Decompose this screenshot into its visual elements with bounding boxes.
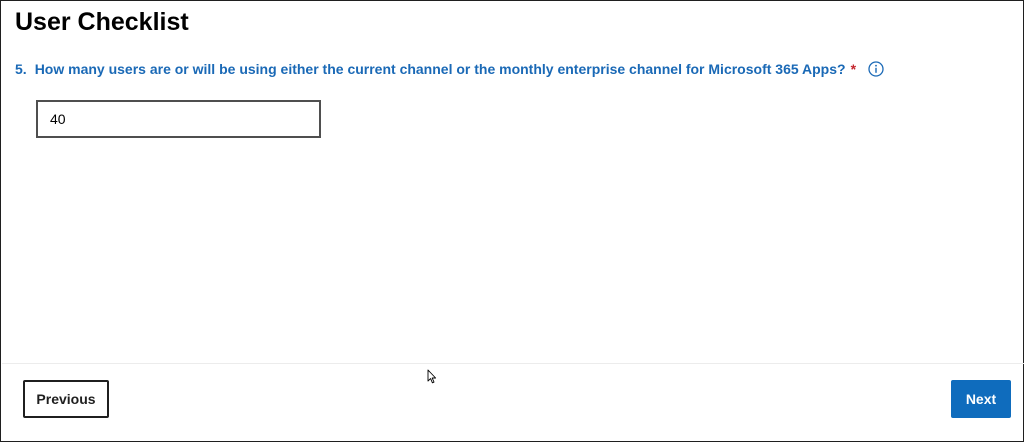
required-marker: *: [850, 61, 857, 77]
answer-input[interactable]: [36, 100, 321, 138]
next-button[interactable]: Next: [951, 380, 1011, 418]
previous-button[interactable]: Previous: [23, 380, 109, 418]
question-row: 5. How many users are or will be using e…: [15, 60, 884, 78]
info-icon[interactable]: [868, 61, 884, 77]
question-text: How many users are or will be using eith…: [34, 61, 846, 77]
checklist-window: User Checklist 5. How many users are or …: [0, 0, 1024, 442]
question-number: 5.: [15, 61, 27, 77]
page-title: User Checklist: [15, 8, 189, 36]
info-circle-icon: [868, 61, 884, 77]
footer-divider: [2, 363, 1024, 364]
mouse-cursor-icon: [427, 369, 437, 384]
